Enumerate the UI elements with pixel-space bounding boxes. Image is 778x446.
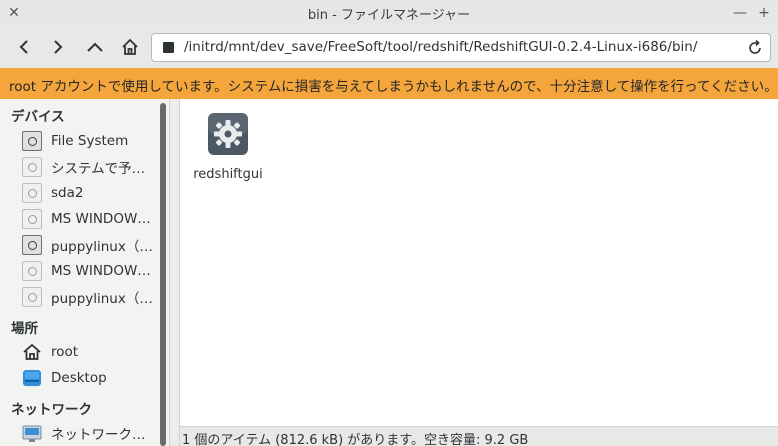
sidebar-item-label: puppylinux（…: [51, 239, 153, 255]
sidebar-heading-devices: デバイス: [11, 109, 65, 125]
sidebar-item-label: MS WINDOW…: [51, 263, 151, 279]
sidebar-item-device[interactable]: システムで予…: [22, 155, 154, 179]
sidebar-item-device[interactable]: File System: [22, 129, 154, 153]
sidebar-item-label: ネットワーク…: [51, 427, 146, 443]
sidebar-heading-places: 場所: [11, 321, 38, 337]
maximize-window-button[interactable]: +: [754, 3, 774, 23]
sidebar-item-network[interactable]: ネットワーク…: [22, 421, 154, 445]
sidebar-heading-network: ネットワーク: [11, 402, 92, 418]
root-warning-text: root アカウントで使用しています。システムに損害を与えてしまうかもしれません…: [9, 79, 778, 95]
sidebar-item-device[interactable]: sda2: [22, 181, 154, 205]
drive-icon: [22, 209, 42, 229]
file-view[interactable]: redshiftgui: [180, 99, 778, 426]
sidebar-item-label: puppylinux（…: [51, 291, 153, 307]
minimize-window-button[interactable]: —: [730, 3, 750, 23]
location-path[interactable]: /initrd/mnt/dev_save/FreeSoft/tool/redsh…: [184, 39, 697, 55]
status-text: 1 個のアイテム (812.6 kB) があります。空き容量: 9.2 GB: [182, 433, 529, 446]
status-bar: 1 個のアイテム (812.6 kB) があります。空き容量: 9.2 GB: [180, 426, 778, 446]
sidebar-item-device[interactable]: puppylinux（…: [22, 285, 154, 309]
sidebar-item-label: root: [51, 344, 79, 360]
sidebar-item-device[interactable]: MS WINDOW…: [22, 259, 154, 283]
up-button[interactable]: [82, 34, 108, 60]
sidebar-item-label: MS WINDOW…: [51, 211, 151, 227]
sidebar: デバイス File System システムで予… sda2 MS WINDOW……: [0, 99, 169, 446]
sidebar-item-label: システムで予…: [51, 161, 146, 177]
sidebar-item-label: sda2: [51, 185, 84, 201]
drive-icon: [22, 261, 42, 281]
drive-icon: [22, 183, 42, 203]
sidebar-item-label: Desktop: [51, 370, 107, 386]
forward-arrow-icon: [54, 40, 63, 54]
location-bar[interactable]: /initrd/mnt/dev_save/FreeSoft/tool/redsh…: [151, 33, 771, 62]
home-button[interactable]: [117, 34, 143, 60]
sidebar-item-desktop[interactable]: Desktop: [22, 366, 154, 390]
sidebar-item-label: File System: [51, 133, 129, 149]
drive-icon: [22, 235, 42, 255]
root-warning-bar: root アカウントで使用しています。システムに損害を与えてしまうかもしれません…: [0, 68, 778, 99]
home-icon: [23, 343, 41, 360]
network-icon: [22, 425, 42, 442]
drive-icon: [22, 157, 42, 177]
close-window-button[interactable]: ✕: [4, 3, 24, 23]
drive-icon: [22, 287, 42, 307]
up-arrow-icon: [87, 42, 103, 52]
window-title: bin - ファイルマネージャー: [307, 7, 471, 23]
forward-button[interactable]: [45, 34, 71, 60]
sidebar-scrollbar[interactable]: [160, 103, 166, 446]
title-bar: ✕ bin - ファイルマネージャー — +: [0, 0, 778, 26]
pane-divider[interactable]: [169, 99, 180, 446]
sidebar-item-root[interactable]: root: [22, 340, 154, 364]
desktop-icon: [23, 370, 41, 386]
executable-gear-icon: [208, 113, 248, 155]
back-button[interactable]: [11, 34, 37, 60]
drive-icon: [22, 131, 42, 151]
file-item[interactable]: redshiftgui: [188, 111, 268, 182]
sidebar-item-device[interactable]: puppylinux（…: [22, 233, 154, 257]
back-arrow-icon: [19, 40, 28, 54]
home-icon: [122, 38, 138, 55]
sidebar-item-device[interactable]: MS WINDOW…: [22, 207, 154, 231]
file-name: redshiftgui: [193, 167, 263, 182]
reload-icon[interactable]: [746, 39, 764, 57]
drive-icon: [163, 42, 174, 53]
